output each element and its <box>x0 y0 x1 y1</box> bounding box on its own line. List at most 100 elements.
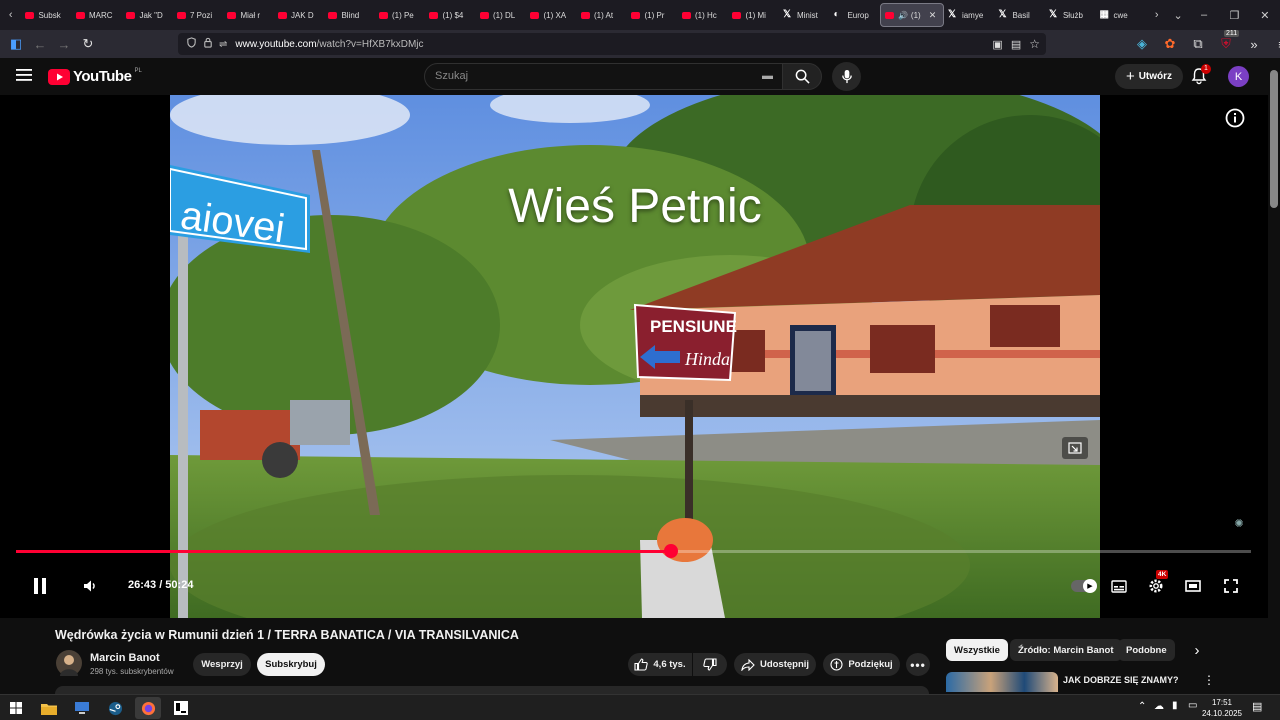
chip-source[interactable]: Źródło: Marcin Banot <box>1010 639 1122 661</box>
channel-name[interactable]: Marcin Banot <box>90 652 160 664</box>
autoplay-toggle[interactable]: ▶ <box>1071 579 1097 593</box>
subscribe-button[interactable]: Subskrybuj <box>257 653 325 676</box>
more-actions-button[interactable]: ••• <box>906 653 930 676</box>
browser-tab[interactable]: 🔊 (1) ✕ <box>879 3 944 27</box>
usb-icon[interactable]: ▮ <box>1172 700 1178 711</box>
tray-chevron-icon[interactable]: ⌃ <box>1138 701 1146 712</box>
browser-tab[interactable]: JAK D <box>274 0 325 30</box>
channel-avatar[interactable] <box>56 650 82 676</box>
dislike-button[interactable] <box>693 653 727 676</box>
remote-desktop-icon[interactable] <box>69 697 95 719</box>
create-button[interactable]: + Utwórz <box>1115 64 1183 89</box>
browser-tab[interactable]: 𝕏 Minist <box>779 0 830 30</box>
close-window-icon[interactable]: ✕ <box>1250 9 1280 22</box>
keyboard-icon[interactable]: ▬ <box>762 64 773 89</box>
like-button[interactable]: 4,6 tys. <box>628 653 692 676</box>
description-box-edge[interactable] <box>55 686 929 694</box>
windows-start-icon[interactable] <box>3 697 29 719</box>
browser-tab[interactable]: 𝕏 Basil <box>994 0 1045 30</box>
browser-tab[interactable]: (1) At <box>577 0 628 30</box>
recommendation-title[interactable]: JAK DOBRZE SIĘ ZNAMY? <box>1063 675 1179 685</box>
speaker-icon[interactable]: 🔊 <box>898 11 908 20</box>
scrollbar-thumb[interactable] <box>1270 70 1278 208</box>
progress-bar[interactable] <box>16 544 1251 558</box>
browser-tab[interactable]: (1) $4 <box>425 0 476 30</box>
url-bar[interactable]: ⇌ www.youtube.com/watch?v=HfXB7kxDMjc ▣ … <box>178 33 1046 55</box>
browser-tab[interactable]: (1) DL <box>476 0 527 30</box>
voice-search-button[interactable] <box>832 62 861 91</box>
reader-view-icon[interactable]: ▤ <box>1011 38 1021 51</box>
browser-tab[interactable]: Jak "D <box>122 0 173 30</box>
onedrive-icon[interactable]: ☁ <box>1154 701 1164 712</box>
hamburger-menu-icon[interactable]: ≡ <box>1270 32 1280 56</box>
recommendation-thumbnail[interactable] <box>946 672 1058 692</box>
progress-played <box>16 550 671 553</box>
search-input[interactable]: Szukaj ▬ <box>424 63 786 90</box>
browser-tab[interactable]: (1) Hc <box>678 0 729 30</box>
page-scrollbar[interactable] <box>1268 58 1280 694</box>
browser-tab[interactable]: ◐ Europ <box>829 0 880 30</box>
channel-watermark-icon[interactable]: ✺ <box>1228 515 1250 531</box>
bookmark-star-icon[interactable]: ☆ <box>1029 37 1040 51</box>
fullscreen-button[interactable] <box>1220 576 1242 596</box>
miniplayer-hover-icon[interactable] <box>1062 437 1088 459</box>
chip-all[interactable]: Wszystkie <box>946 639 1008 661</box>
volume-button[interactable] <box>78 574 102 598</box>
guide-menu-icon[interactable] <box>16 68 32 82</box>
tab-scroll-right-icon[interactable]: › <box>1146 9 1167 21</box>
browser-tab[interactable]: 7 Pozi <box>173 0 224 30</box>
steam-icon[interactable] <box>102 697 128 719</box>
network-icon[interactable]: ▭ <box>1188 700 1197 711</box>
browser-tab[interactable]: (1) Mi <box>728 0 779 30</box>
browser-tab[interactable]: ▦ cwe <box>1095 0 1146 30</box>
file-explorer-icon[interactable] <box>36 697 62 719</box>
video-player[interactable]: aiovei PENSIUNE Hinda Wieś Petnic ✺ 26:4… <box>0 95 1268 618</box>
privacy-extension-icon[interactable]: ◈ <box>1130 32 1154 56</box>
tab-list-dropdown-icon[interactable]: ⌄ <box>1167 9 1188 22</box>
fox-extension-icon[interactable]: ✿ <box>1158 32 1182 56</box>
permissions-icon[interactable]: ⇌ <box>219 39 227 50</box>
account-avatar[interactable]: K <box>1228 66 1249 87</box>
browser-tab[interactable]: Miał r <box>223 0 274 30</box>
youtube-logo[interactable]: YouTube PL <box>48 68 142 85</box>
progress-scrubber[interactable] <box>663 544 678 558</box>
close-tab-icon[interactable]: ✕ <box>929 10 937 21</box>
settings-button[interactable]: 4K <box>1145 570 1169 596</box>
video-frame[interactable]: aiovei PENSIUNE Hinda Wieś Petnic <box>170 95 1100 618</box>
browser-tab[interactable]: (1) Pe <box>375 0 426 30</box>
tab-scroll-left-icon[interactable]: ‹ <box>0 9 21 21</box>
notification-center-icon[interactable]: ▤ <box>1252 700 1262 713</box>
back-icon[interactable]: ← <box>28 32 52 56</box>
theater-mode-button[interactable] <box>1182 576 1204 596</box>
recommendation-menu-icon[interactable]: ⋮ <box>1203 673 1215 687</box>
firefox-icon[interactable] <box>135 697 161 719</box>
search-button[interactable] <box>782 63 822 90</box>
info-icon[interactable] <box>1224 107 1246 129</box>
browser-tab[interactable]: Blind <box>324 0 375 30</box>
forward-icon[interactable]: → <box>52 32 76 56</box>
pip-icon[interactable]: ▣ <box>992 38 1002 51</box>
browser-tab[interactable]: (1) Pr <box>627 0 678 30</box>
notes-app-icon[interactable] <box>168 697 194 719</box>
thanks-button[interactable]: Podziękuj <box>823 653 900 676</box>
chip-related[interactable]: Podobne <box>1118 639 1175 661</box>
taskbar-clock[interactable]: 17:51 24.10.2025 <box>1200 697 1244 719</box>
subtitles-button[interactable] <box>1108 576 1130 596</box>
reload-icon[interactable]: ↻ <box>76 32 100 56</box>
restore-icon[interactable]: ❐ <box>1219 9 1249 22</box>
extensions-puzzle-icon[interactable]: ⧉ <box>1186 32 1210 56</box>
browser-tab[interactable]: MARC <box>72 0 123 30</box>
minimize-icon[interactable]: – <box>1189 9 1219 21</box>
sidebar-toggle-icon[interactable]: ◧ <box>4 32 28 56</box>
overflow-menu-icon[interactable]: » <box>1242 32 1266 56</box>
chips-next-icon[interactable]: › <box>1188 642 1206 660</box>
share-button[interactable]: Udostępnij <box>734 653 816 676</box>
browser-tab[interactable]: Subsk <box>21 0 72 30</box>
pause-button[interactable] <box>28 574 52 598</box>
browser-tab[interactable]: (1) XA <box>526 0 577 30</box>
ublock-extension-icon[interactable]: ⛨ 211 <box>1214 30 1240 56</box>
notifications-button[interactable]: 1 <box>1190 64 1211 87</box>
browser-tab[interactable]: 𝕏iamye <box>944 0 995 30</box>
support-button[interactable]: Wesprzyj <box>193 653 251 676</box>
browser-tab[interactable]: 𝕏 Służb <box>1045 0 1096 30</box>
